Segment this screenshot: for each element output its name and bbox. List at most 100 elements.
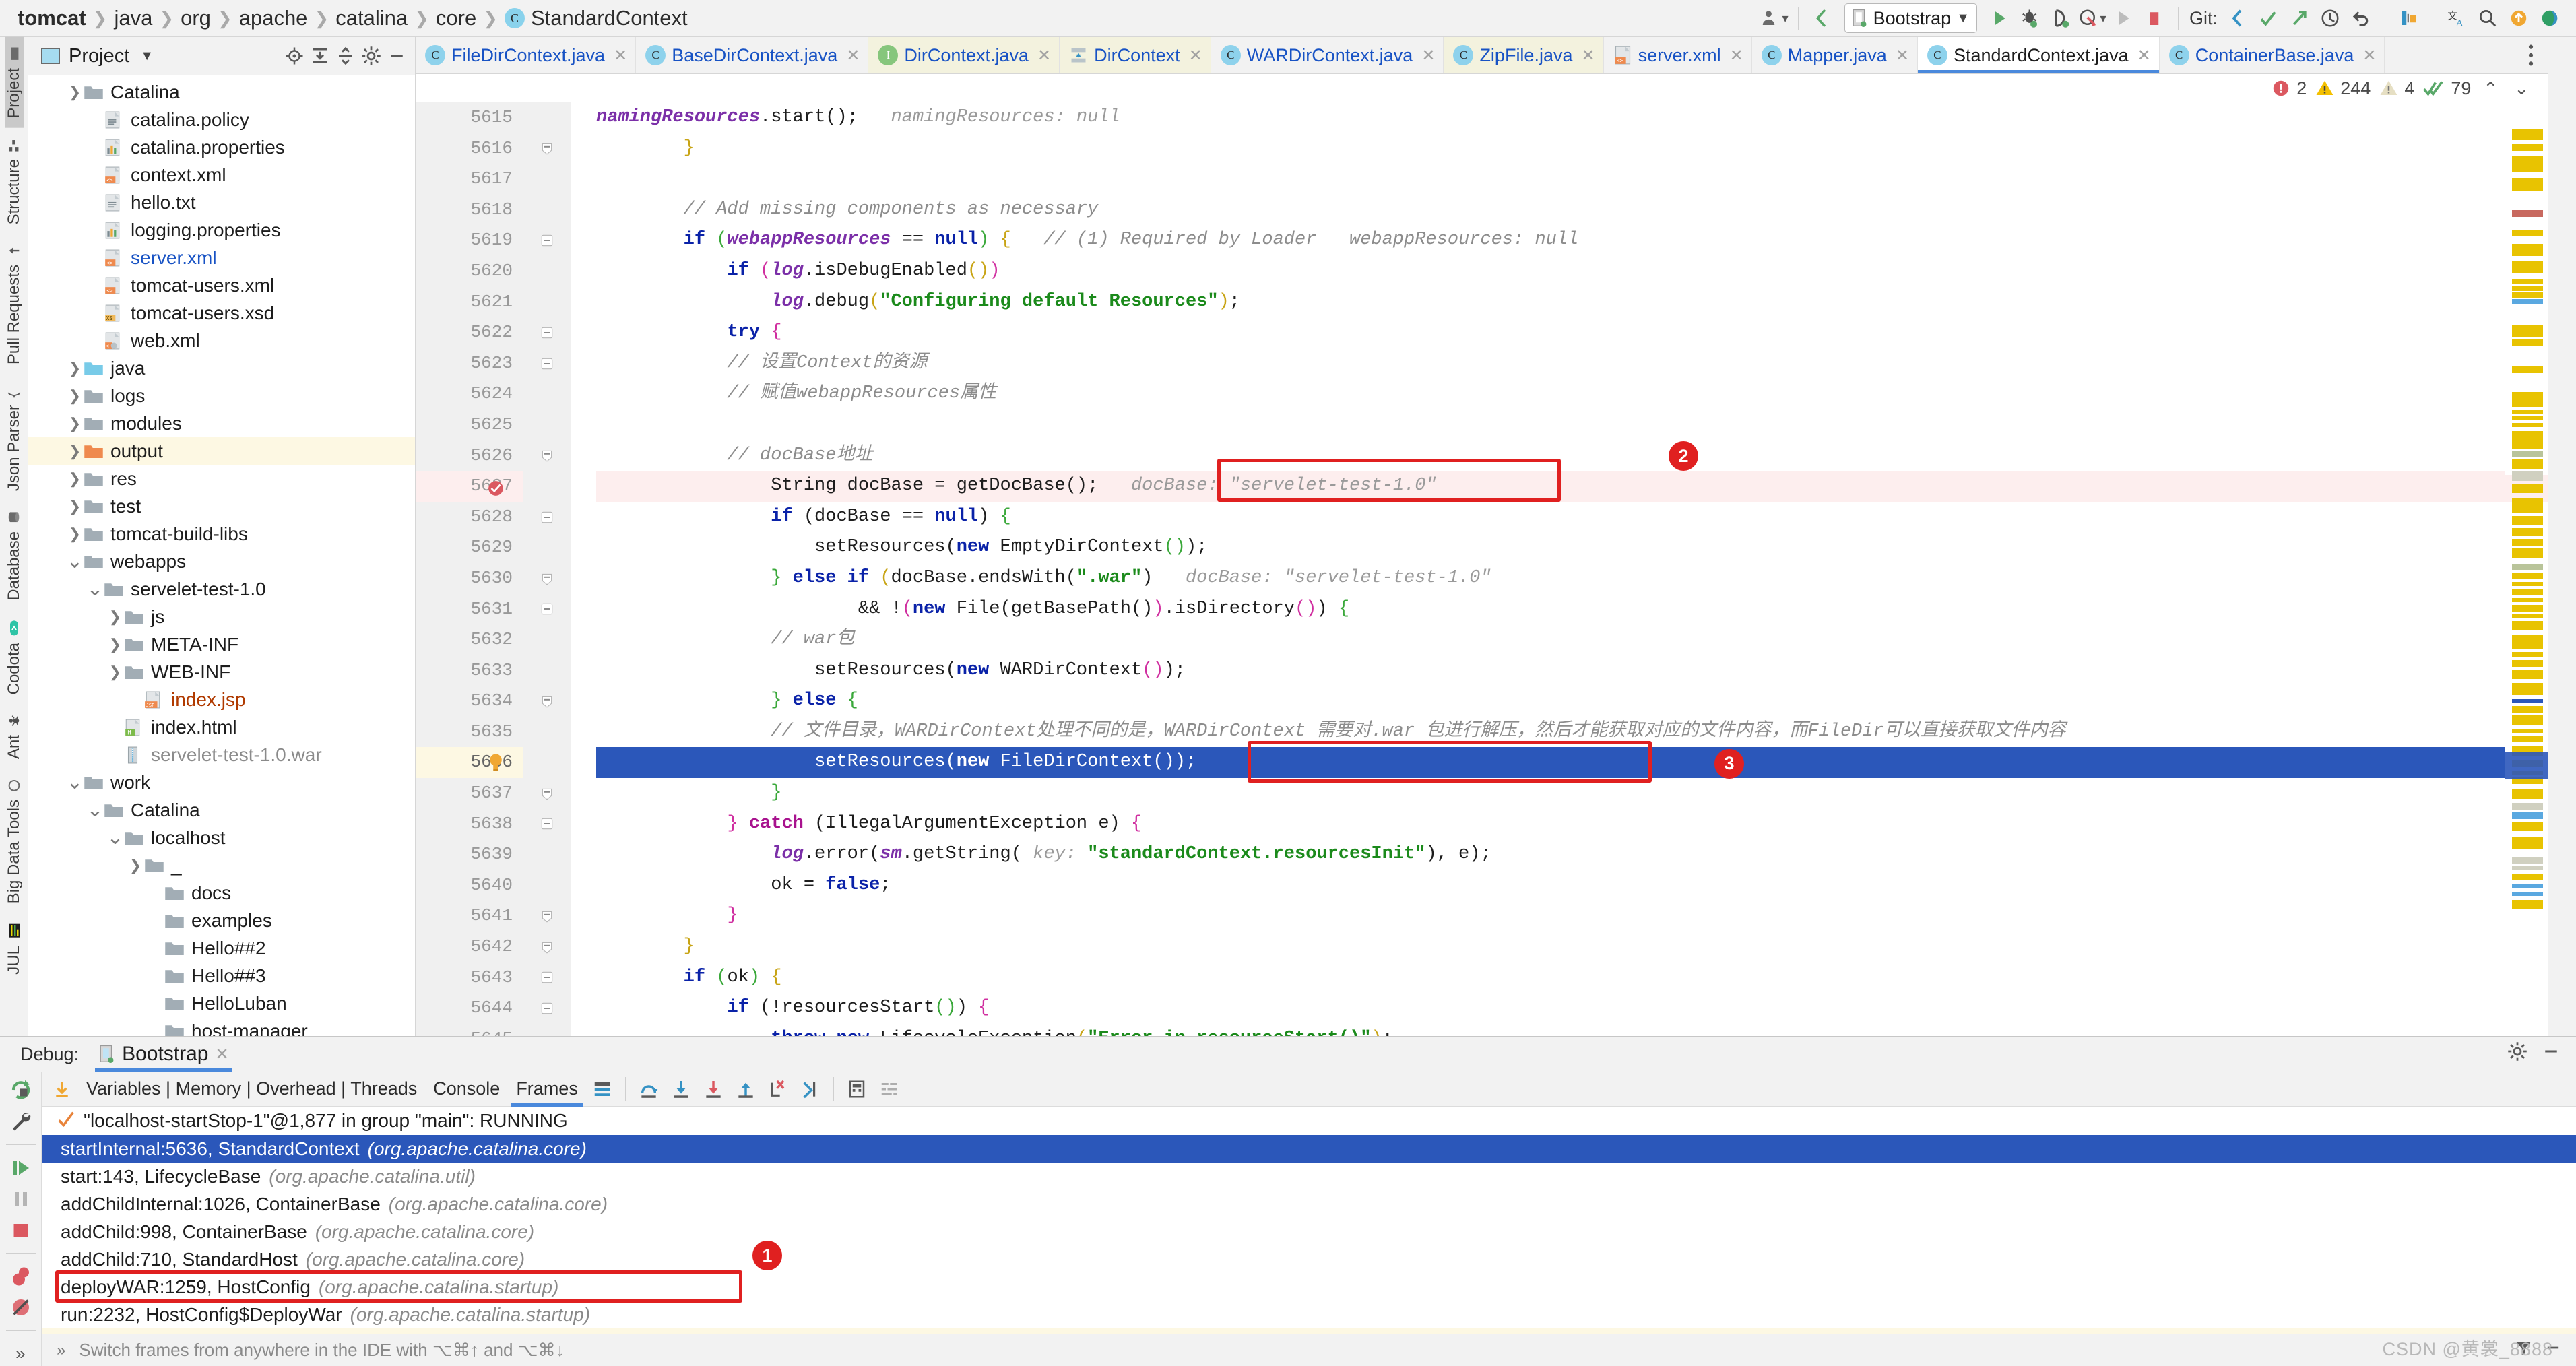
- error-stripe-mark[interactable]: [2512, 286, 2543, 291]
- error-stripe-mark[interactable]: [2512, 528, 2543, 536]
- error-stripe-mark[interactable]: [2512, 812, 2543, 819]
- project-tree[interactable]: ❯ Catalina catalina.policy catalina.propert…: [28, 75, 415, 1036]
- tree-node-output[interactable]: ❯ output: [28, 437, 415, 465]
- line-number[interactable]: 5617: [416, 164, 523, 195]
- code-line[interactable]: throw new LifecycleException("Error in r…: [596, 1024, 2505, 1036]
- line-number-gutter[interactable]: 5615 5616 5617 5618 5619 5620 5621 5622 5623 5624…: [416, 102, 523, 1036]
- tree-node-docs[interactable]: docs: [28, 879, 415, 907]
- error-stripe-mark[interactable]: [2512, 498, 2543, 513]
- line-number[interactable]: 5637: [416, 778, 523, 809]
- code-line[interactable]: namingResources.start(); namingResources…: [596, 102, 2505, 133]
- line-number[interactable]: 5644: [416, 993, 523, 1024]
- error-stripe-mark[interactable]: [2512, 789, 2543, 799]
- close-icon[interactable]: ✕: [1189, 46, 1202, 65]
- error-stripe-mark[interactable]: [2512, 866, 2543, 870]
- rerun-debug-icon[interactable]: [5, 1077, 37, 1103]
- frame-row[interactable]: addChild:710, StandardHost (org.apache.ca…: [42, 1245, 2576, 1273]
- error-stripe-mark[interactable]: [2512, 292, 2543, 298]
- line-number[interactable]: 5640: [416, 870, 523, 901]
- chevron-down-icon[interactable]: ⌄: [106, 827, 124, 847]
- collapse-all-icon[interactable]: [334, 44, 357, 67]
- close-icon[interactable]: ✕: [1037, 46, 1051, 65]
- chevron-right-icon[interactable]: ❯: [106, 636, 124, 653]
- close-icon[interactable]: ✕: [2137, 46, 2151, 65]
- tree-node-catalina-properties[interactable]: catalina.properties: [28, 133, 415, 161]
- line-number[interactable]: 5621: [416, 287, 523, 318]
- tree-node-catalina-policy[interactable]: catalina.policy: [28, 106, 415, 133]
- error-stripe-mark[interactable]: [2512, 144, 2543, 151]
- code-line[interactable]: if (log.isDebugEnabled()): [596, 256, 2505, 287]
- error-stripe-mark[interactable]: [2512, 605, 2543, 612]
- async-stacktrace-icon[interactable]: [873, 1073, 905, 1105]
- rail-item-jul[interactable]: JUL: [5, 913, 24, 984]
- line-number[interactable]: 5630: [416, 563, 523, 594]
- error-stripe-mark[interactable]: [2512, 803, 2543, 810]
- code-line[interactable]: log.error(sm.getString( key: "standardCo…: [596, 839, 2505, 870]
- history-icon[interactable]: [2315, 3, 2346, 34]
- error-stripe-mark[interactable]: [2512, 548, 2543, 558]
- close-icon[interactable]: ✕: [216, 1045, 229, 1064]
- tree-node-web-inf[interactable]: ❯ WEB-INF: [28, 658, 415, 686]
- code-line[interactable]: }: [596, 932, 2505, 963]
- error-stripe-mark[interactable]: [2512, 614, 2543, 618]
- minimize-icon[interactable]: [385, 44, 408, 67]
- line-number[interactable]: 5623: [416, 348, 523, 379]
- gear-icon[interactable]: [360, 44, 383, 67]
- settings-wrench-icon[interactable]: [5, 1109, 37, 1134]
- tree-node-servelet-test-1-0[interactable]: ⌄ servelet-test-1.0: [28, 575, 415, 603]
- error-stripe-mark[interactable]: [2512, 244, 2543, 256]
- line-number[interactable]: 5629: [416, 532, 523, 563]
- line-number[interactable]: 5624: [416, 379, 523, 410]
- tree-node-modules[interactable]: ❯ modules: [28, 410, 415, 437]
- chevron-right-icon[interactable]: ❯: [66, 84, 84, 101]
- debug-icon[interactable]: [2015, 3, 2046, 34]
- editor-tab-wardircontext-java[interactable]: C WARDirContext.java ✕: [1211, 37, 1444, 73]
- fold-marker[interactable]: [523, 686, 571, 717]
- line-number[interactable]: 5643: [416, 963, 523, 994]
- notification-icon[interactable]: [2503, 3, 2534, 34]
- code-line[interactable]: // Add missing components as necessary: [596, 195, 2505, 226]
- line-number[interactable]: 5618: [416, 195, 523, 226]
- tree-node-java[interactable]: ❯ java: [28, 354, 415, 382]
- error-stripe-mark[interactable]: [2512, 652, 2543, 657]
- drop-frame-icon[interactable]: [762, 1073, 794, 1105]
- tree-node-test[interactable]: ❯ test: [28, 492, 415, 520]
- error-stripe-mark[interactable]: [2512, 683, 2543, 695]
- rail-item-big-data-tools[interactable]: Big Data Tools: [5, 769, 24, 913]
- error-stripe-mark[interactable]: [2512, 459, 2543, 469]
- fold-marker[interactable]: [523, 502, 571, 533]
- error-count[interactable]: 2: [2271, 78, 2307, 99]
- resume-program-icon[interactable]: [5, 1156, 37, 1180]
- tree-node-web-xml[interactable]: < web.xml: [28, 327, 415, 354]
- tree-node-localhost[interactable]: ⌄ localhost: [28, 824, 415, 851]
- debug-session-tab[interactable]: Bootstrap ✕: [91, 1037, 236, 1072]
- error-stripe-mark[interactable]: [2512, 471, 2543, 481]
- more-actions-icon[interactable]: »: [5, 1342, 37, 1366]
- breadcrumb-item-4[interactable]: catalina: [330, 6, 413, 30]
- error-stripe-mark[interactable]: [2512, 706, 2543, 713]
- code-line[interactable]: log.debug("Configuring default Resources…: [596, 287, 2505, 318]
- layout-icon[interactable]: [586, 1073, 618, 1105]
- mute-breakpoints-icon[interactable]: [5, 1295, 37, 1320]
- frame-row[interactable]: call:511, Executors$RunnableAdapter (java…: [42, 1328, 2576, 1334]
- error-stripe-mark[interactable]: [2512, 410, 2543, 414]
- code-content[interactable]: namingResources.start(); namingResources…: [571, 102, 2505, 1036]
- line-number[interactable]: 5641: [416, 901, 523, 932]
- breadcrumb-item-2[interactable]: org: [175, 6, 216, 30]
- error-stripe-mark[interactable]: [2512, 539, 2543, 546]
- tree-node-catalina[interactable]: ⌄ Catalina: [28, 796, 415, 824]
- check-count[interactable]: 79: [2422, 78, 2471, 99]
- view-breakpoints-icon[interactable]: [5, 1264, 37, 1289]
- line-number[interactable]: 5633: [416, 655, 523, 686]
- tree-node-work[interactable]: ⌄ work: [28, 769, 415, 796]
- chevron-down-icon[interactable]: ⌄: [66, 772, 84, 792]
- code-line[interactable]: setResources(new EmptyDirContext());: [596, 532, 2505, 563]
- close-icon[interactable]: ✕: [2362, 46, 2376, 65]
- tree-node-host-manager[interactable]: host-manager: [28, 1017, 415, 1036]
- tree-node--[interactable]: ❯ _: [28, 851, 415, 879]
- tree-node-server-xml[interactable]: <> server.xml: [28, 244, 415, 271]
- fold-marker[interactable]: [523, 225, 571, 256]
- close-icon[interactable]: ✕: [846, 46, 860, 65]
- code-line[interactable]: if (ok) {: [596, 963, 2505, 994]
- fold-marker[interactable]: [523, 932, 571, 963]
